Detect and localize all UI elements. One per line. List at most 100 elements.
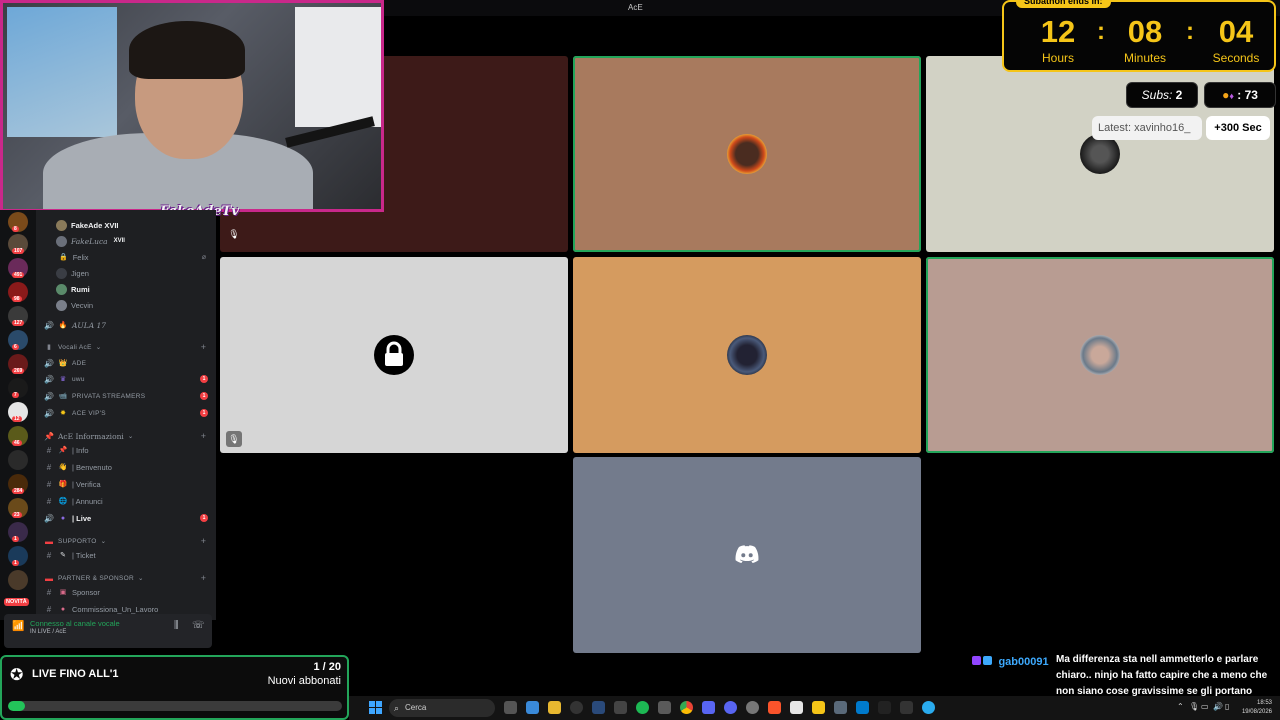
voice-connected-label: Connesso al canale vocale (30, 619, 120, 628)
telegram-icon[interactable] (922, 701, 935, 714)
noise-suppression-icon[interactable]: ⫼ (174, 620, 179, 631)
text-channel[interactable]: # 🎁 | Verifica (36, 476, 216, 492)
widgets-icon[interactable] (526, 701, 539, 714)
text-channel[interactable]: # 📌 | Info (36, 442, 216, 458)
avatar (56, 235, 67, 247)
voice-channel[interactable]: 🔊 ♛ uwu 1 (36, 371, 216, 387)
avatar (727, 335, 767, 375)
goal-progress-bar (8, 701, 342, 711)
wave-icon: 👋 (58, 464, 68, 471)
video-tile-5[interactable] (573, 257, 921, 453)
voice-channel[interactable]: 🔊 ✸ ACE VIP'S 1 (36, 405, 216, 421)
server-badge: 1 (12, 560, 19, 566)
timer-minutes: 08 (1127, 14, 1163, 49)
app-icon[interactable] (878, 701, 891, 714)
search-icon: ⌕ (394, 703, 400, 713)
app-icon[interactable] (790, 701, 803, 714)
voice-member[interactable]: FakeAde XVII (36, 217, 216, 233)
voice-channel[interactable]: 🔊 📹 PRIVATA STREAMERS 1 (36, 388, 216, 404)
app-icon[interactable] (812, 701, 825, 714)
app-icon[interactable] (658, 701, 671, 714)
crown-icon: 👑 (58, 360, 68, 367)
server-badge: 98 (12, 296, 22, 302)
video-tile-7[interactable] (573, 457, 921, 653)
text-channel[interactable]: # 🌐 | Annunci (36, 493, 216, 509)
text-channel[interactable]: # ✎ | Ticket (36, 547, 216, 563)
disconnect-icon[interactable]: ☏ (192, 620, 205, 631)
volume-icon[interactable]: 🔊 (1213, 702, 1223, 711)
text-channel[interactable]: # 👋 | Benvenuto (36, 459, 216, 475)
mic-icon[interactable]: 🎙 (1189, 702, 1199, 711)
goal-count: 1 / 20 (313, 661, 341, 673)
lock-icon: 🔒 (59, 254, 68, 261)
mute-icon: 🎙 (228, 229, 240, 239)
voice-member[interactable]: Jigen (36, 265, 216, 281)
text-channel[interactable]: # ▣ Sponsor (36, 584, 216, 600)
text-channel-active[interactable]: 🔊 ● | Live 1 (36, 510, 216, 526)
bits-counter: ●♦ : 73 (1204, 82, 1276, 108)
server-badge: 1 (12, 536, 19, 542)
taskbar-search[interactable]: ⌕ Cerca (389, 699, 495, 717)
server-badge: 46 (12, 440, 22, 446)
add-channel-icon[interactable]: + (201, 536, 206, 546)
category-label: Vocali AcE (58, 343, 92, 351)
hours-label: Hours (1041, 51, 1074, 65)
add-channel-icon[interactable]: + (201, 573, 206, 583)
server-icon[interactable] (8, 450, 28, 470)
voice-member[interactable]: FakeLuca XVII (36, 233, 216, 249)
pin-icon: 📌 (44, 431, 54, 441)
obs-icon[interactable] (570, 701, 583, 714)
pin-icon: ▮ (47, 344, 51, 351)
sub-badge-icon (983, 656, 992, 666)
drop-icon: ♦ (1229, 91, 1234, 101)
avatar (56, 283, 67, 295)
member-name: Jigen (71, 268, 89, 278)
chevron-up-icon[interactable]: ⌃ (1177, 702, 1184, 711)
ticket-icon: ▬ (45, 573, 53, 583)
voice-member[interactable]: Rumi (36, 281, 216, 297)
category-header[interactable]: ▮ Vocali AcE ⌄ + (36, 339, 216, 355)
add-channel-icon[interactable]: + (201, 342, 206, 352)
voice-channel[interactable]: 🔊 👑 ADE (36, 355, 216, 371)
app-icon[interactable] (614, 701, 627, 714)
video-tile-2[interactable] (573, 56, 921, 252)
briefcase-icon: ▣ (59, 589, 67, 596)
channel-list: FakeAde XVII FakeLuca XVII 🔒 Felix ⌀ Jig… (36, 210, 216, 620)
channel-label: AULA 17 (72, 320, 107, 330)
app-icon[interactable] (900, 701, 913, 714)
window-title: AcE (628, 3, 643, 12)
search-placeholder: Cerca (405, 703, 427, 712)
server-icon[interactable] (8, 570, 28, 590)
voice-channel[interactable]: 🔊 🔥 AULA 17 (36, 317, 216, 333)
chrome-icon[interactable] (680, 701, 693, 714)
windows-start-icon[interactable] (369, 701, 383, 715)
channel-label: Sponsor (72, 587, 100, 597)
brave-icon[interactable] (768, 701, 781, 714)
voice-member[interactable]: 🔒 Felix ⌀ (36, 249, 216, 265)
speaker-icon: 🔊 (44, 391, 54, 401)
timer-colon: : (1186, 18, 1194, 45)
server-badge: 269 (12, 368, 25, 374)
avatar (56, 299, 67, 311)
discord-icon[interactable] (724, 701, 737, 714)
vscode-icon[interactable] (856, 701, 869, 714)
voice-member[interactable]: Vecvin (36, 297, 216, 313)
sub-goal-widget: ✪ LIVE FINO ALL'1 1 / 20 Nuovi abbonati (0, 655, 349, 720)
chevron-down-icon: ⌄ (127, 433, 134, 440)
subs-counter: Subs: 2 (1126, 82, 1198, 108)
task-view-icon[interactable] (504, 701, 517, 714)
settings-icon[interactable] (746, 701, 759, 714)
video-tile-6[interactable] (926, 257, 1274, 453)
discord-icon[interactable] (702, 701, 715, 714)
file-explorer-icon[interactable] (548, 701, 561, 714)
lock-avatar (374, 335, 414, 375)
taskbar-clock[interactable]: 18:53 19/08/2026 (1242, 699, 1272, 717)
app-icon[interactable] (834, 701, 847, 714)
battery-icon[interactable]: ▯ (1225, 702, 1229, 711)
network-icon[interactable]: ▭ (1201, 702, 1209, 711)
speaker-icon: 🔊 (44, 408, 54, 418)
video-tile-4[interactable]: 🎙 (220, 257, 568, 453)
add-channel-icon[interactable]: + (201, 431, 206, 441)
spotify-icon[interactable] (636, 701, 649, 714)
steam-icon[interactable] (592, 701, 605, 714)
